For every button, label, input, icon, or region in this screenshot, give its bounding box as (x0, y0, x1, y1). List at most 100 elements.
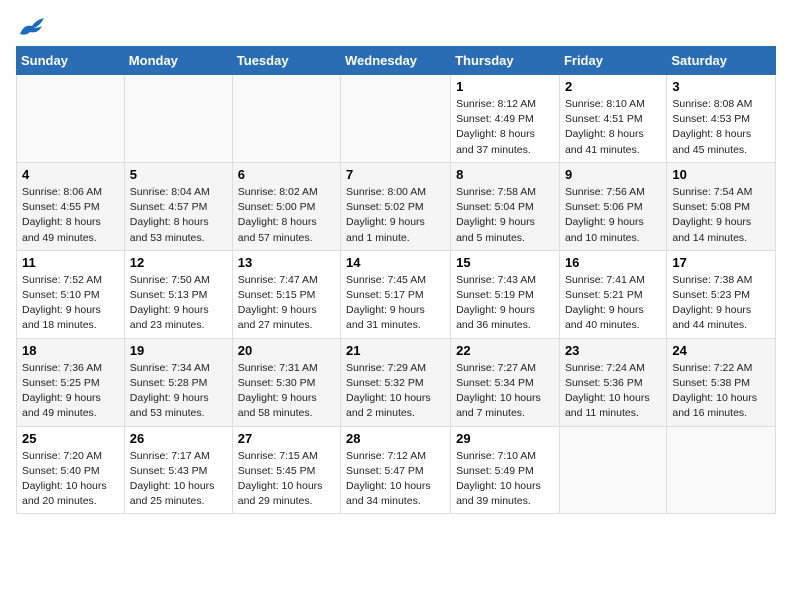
day-info: Sunrise: 7:20 AM Sunset: 5:40 PM Dayligh… (22, 449, 119, 510)
calendar-cell: 10 Sunrise: 7:54 AM Sunset: 5:08 PM Dayli… (667, 162, 776, 250)
calendar-cell: 4 Sunrise: 8:06 AM Sunset: 4:55 PM Daylig… (17, 162, 125, 250)
calendar-cell: 24 Sunrise: 7:22 AM Sunset: 5:38 PM Dayli… (667, 338, 776, 426)
calendar-table: SundayMondayTuesdayWednesdayThursdayFrid… (16, 46, 776, 514)
day-number: 20 (238, 343, 335, 358)
day-info: Sunrise: 7:24 AM Sunset: 5:36 PM Dayligh… (565, 361, 661, 422)
day-info: Sunrise: 8:10 AM Sunset: 4:51 PM Dayligh… (565, 97, 661, 158)
logo (16, 16, 48, 38)
calendar-cell: 25 Sunrise: 7:20 AM Sunset: 5:40 PM Dayli… (17, 426, 125, 514)
day-number: 2 (565, 79, 661, 94)
day-number: 23 (565, 343, 661, 358)
calendar-week-row: 11 Sunrise: 7:52 AM Sunset: 5:10 PM Dayli… (17, 250, 776, 338)
calendar-cell: 22 Sunrise: 7:27 AM Sunset: 5:34 PM Dayli… (451, 338, 560, 426)
column-header-wednesday: Wednesday (341, 47, 451, 75)
calendar-cell: 20 Sunrise: 7:31 AM Sunset: 5:30 PM Dayli… (232, 338, 340, 426)
day-number: 22 (456, 343, 554, 358)
day-number: 26 (130, 431, 227, 446)
calendar-cell (667, 426, 776, 514)
calendar-cell: 17 Sunrise: 7:38 AM Sunset: 5:23 PM Dayli… (667, 250, 776, 338)
day-info: Sunrise: 8:06 AM Sunset: 4:55 PM Dayligh… (22, 185, 119, 246)
day-info: Sunrise: 7:52 AM Sunset: 5:10 PM Dayligh… (22, 273, 119, 334)
day-info: Sunrise: 7:29 AM Sunset: 5:32 PM Dayligh… (346, 361, 445, 422)
column-header-tuesday: Tuesday (232, 47, 340, 75)
day-info: Sunrise: 7:27 AM Sunset: 5:34 PM Dayligh… (456, 361, 554, 422)
calendar-cell: 5 Sunrise: 8:04 AM Sunset: 4:57 PM Daylig… (124, 162, 232, 250)
calendar-cell: 12 Sunrise: 7:50 AM Sunset: 5:13 PM Dayli… (124, 250, 232, 338)
column-header-sunday: Sunday (17, 47, 125, 75)
calendar-cell: 26 Sunrise: 7:17 AM Sunset: 5:43 PM Dayli… (124, 426, 232, 514)
day-number: 6 (238, 167, 335, 182)
column-header-friday: Friday (559, 47, 666, 75)
calendar-cell: 15 Sunrise: 7:43 AM Sunset: 5:19 PM Dayli… (451, 250, 560, 338)
day-info: Sunrise: 7:34 AM Sunset: 5:28 PM Dayligh… (130, 361, 227, 422)
day-info: Sunrise: 7:43 AM Sunset: 5:19 PM Dayligh… (456, 273, 554, 334)
calendar-cell (124, 75, 232, 163)
day-info: Sunrise: 7:45 AM Sunset: 5:17 PM Dayligh… (346, 273, 445, 334)
day-number: 15 (456, 255, 554, 270)
calendar-cell: 3Sunrise: 8:08 AM Sunset: 4:53 PM Daylig… (667, 75, 776, 163)
day-number: 12 (130, 255, 227, 270)
day-number: 4 (22, 167, 119, 182)
day-info: Sunrise: 8:02 AM Sunset: 5:00 PM Dayligh… (238, 185, 335, 246)
calendar-cell (341, 75, 451, 163)
logo-icon (16, 16, 44, 38)
day-info: Sunrise: 8:04 AM Sunset: 4:57 PM Dayligh… (130, 185, 227, 246)
day-number: 27 (238, 431, 335, 446)
column-header-saturday: Saturday (667, 47, 776, 75)
day-number: 13 (238, 255, 335, 270)
day-number: 1 (456, 79, 554, 94)
day-info: Sunrise: 7:47 AM Sunset: 5:15 PM Dayligh… (238, 273, 335, 334)
calendar-cell: 27 Sunrise: 7:15 AM Sunset: 5:45 PM Dayli… (232, 426, 340, 514)
day-number: 10 (672, 167, 770, 182)
calendar-cell: 23 Sunrise: 7:24 AM Sunset: 5:36 PM Dayli… (559, 338, 666, 426)
calendar-cell: 28 Sunrise: 7:12 AM Sunset: 5:47 PM Dayli… (341, 426, 451, 514)
calendar-week-row: 4 Sunrise: 8:06 AM Sunset: 4:55 PM Daylig… (17, 162, 776, 250)
day-number: 9 (565, 167, 661, 182)
calendar-cell: 18 Sunrise: 7:36 AM Sunset: 5:25 PM Dayli… (17, 338, 125, 426)
day-number: 14 (346, 255, 445, 270)
day-number: 7 (346, 167, 445, 182)
day-number: 29 (456, 431, 554, 446)
calendar-cell: 19 Sunrise: 7:34 AM Sunset: 5:28 PM Dayli… (124, 338, 232, 426)
day-info: Sunrise: 7:12 AM Sunset: 5:47 PM Dayligh… (346, 449, 445, 510)
calendar-cell: 29Sunrise: 7:10 AM Sunset: 5:49 PM Dayli… (451, 426, 560, 514)
day-number: 16 (565, 255, 661, 270)
day-info: Sunrise: 7:36 AM Sunset: 5:25 PM Dayligh… (22, 361, 119, 422)
calendar-cell (559, 426, 666, 514)
calendar-cell: 6 Sunrise: 8:02 AM Sunset: 5:00 PM Daylig… (232, 162, 340, 250)
day-info: Sunrise: 7:15 AM Sunset: 5:45 PM Dayligh… (238, 449, 335, 510)
calendar-cell: 7 Sunrise: 8:00 AM Sunset: 5:02 PM Daylig… (341, 162, 451, 250)
column-header-thursday: Thursday (451, 47, 560, 75)
calendar-cell: 2 Sunrise: 8:10 AM Sunset: 4:51 PM Daylig… (559, 75, 666, 163)
calendar-cell: 9 Sunrise: 7:56 AM Sunset: 5:06 PM Daylig… (559, 162, 666, 250)
day-number: 8 (456, 167, 554, 182)
day-number: 5 (130, 167, 227, 182)
calendar-week-row: 1 Sunrise: 8:12 AM Sunset: 4:49 PM Daylig… (17, 75, 776, 163)
column-header-monday: Monday (124, 47, 232, 75)
day-info: Sunrise: 7:17 AM Sunset: 5:43 PM Dayligh… (130, 449, 227, 510)
calendar-cell (232, 75, 340, 163)
day-info: Sunrise: 7:22 AM Sunset: 5:38 PM Dayligh… (672, 361, 770, 422)
day-number: 17 (672, 255, 770, 270)
day-number: 28 (346, 431, 445, 446)
header (16, 16, 776, 38)
day-info: Sunrise: 7:56 AM Sunset: 5:06 PM Dayligh… (565, 185, 661, 246)
calendar-cell (17, 75, 125, 163)
day-info: Sunrise: 7:54 AM Sunset: 5:08 PM Dayligh… (672, 185, 770, 246)
calendar-cell: 11 Sunrise: 7:52 AM Sunset: 5:10 PM Dayli… (17, 250, 125, 338)
day-info: Sunrise: 8:00 AM Sunset: 5:02 PM Dayligh… (346, 185, 445, 246)
day-number: 18 (22, 343, 119, 358)
day-number: 24 (672, 343, 770, 358)
day-number: 19 (130, 343, 227, 358)
calendar-week-row: 25 Sunrise: 7:20 AM Sunset: 5:40 PM Dayli… (17, 426, 776, 514)
day-info: Sunrise: 7:38 AM Sunset: 5:23 PM Dayligh… (672, 273, 770, 334)
day-info: Sunrise: 8:12 AM Sunset: 4:49 PM Dayligh… (456, 97, 554, 158)
day-number: 3 (672, 79, 770, 94)
day-info: Sunrise: 7:58 AM Sunset: 5:04 PM Dayligh… (456, 185, 554, 246)
day-info: Sunrise: 7:41 AM Sunset: 5:21 PM Dayligh… (565, 273, 661, 334)
calendar-cell: 16 Sunrise: 7:41 AM Sunset: 5:21 PM Dayli… (559, 250, 666, 338)
day-number: 11 (22, 255, 119, 270)
day-info: Sunrise: 7:50 AM Sunset: 5:13 PM Dayligh… (130, 273, 227, 334)
day-number: 25 (22, 431, 119, 446)
day-info: Sunrise: 7:31 AM Sunset: 5:30 PM Dayligh… (238, 361, 335, 422)
